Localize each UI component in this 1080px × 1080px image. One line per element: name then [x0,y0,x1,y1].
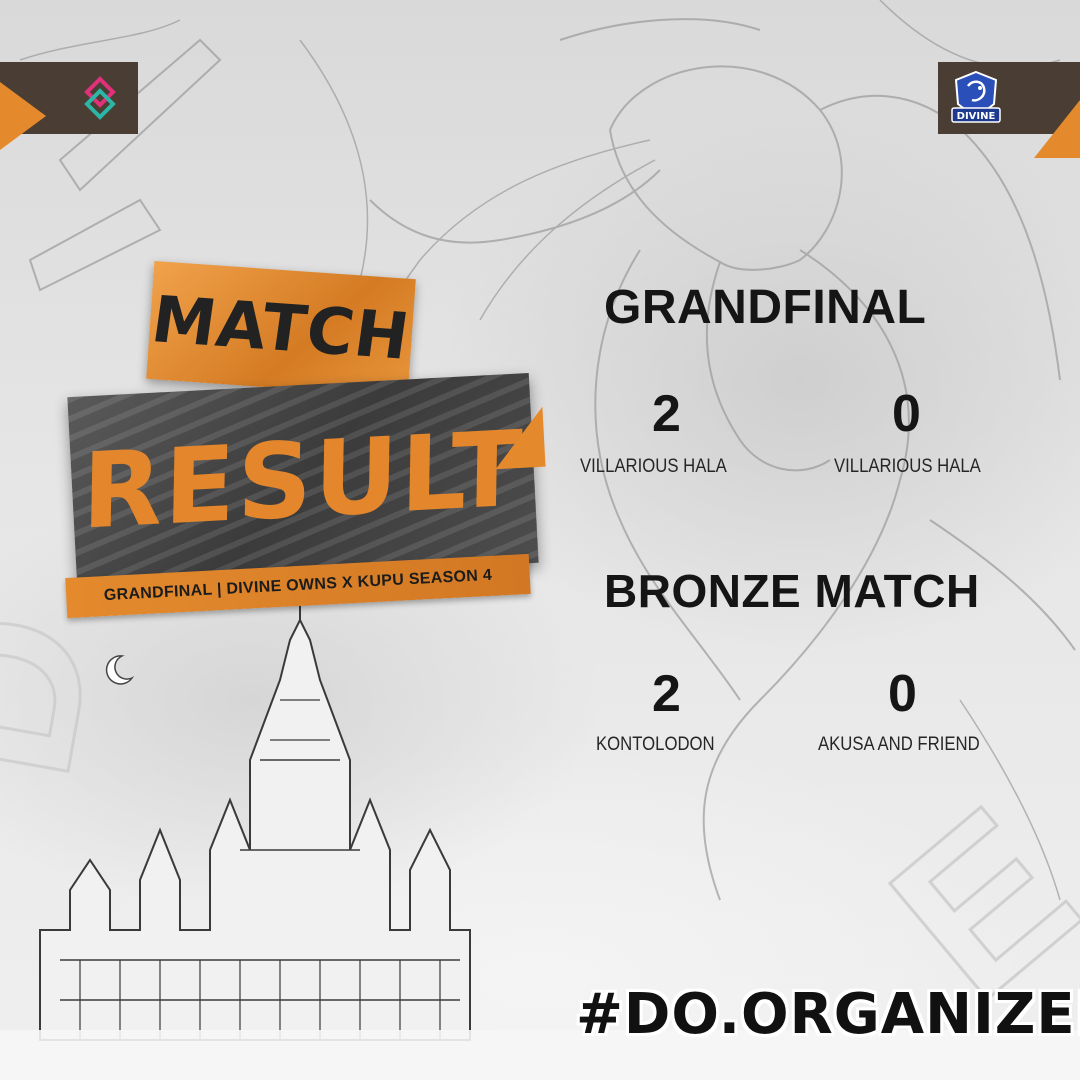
left-corner-accent [0,82,46,150]
grandfinal-right-score: 0 [892,385,921,443]
divine-team-logo-icon: DIVINE [951,70,1001,123]
bronze-match-title: BRONZE MATCH [604,565,980,617]
result-label: RESULT [80,407,525,553]
divine-logo-label: DIVINE [957,111,996,122]
grandfinal-right-team: VILLARIOUS HALA [834,456,981,477]
result-corner-accent [492,406,546,470]
bronze-left-score: 2 [652,665,681,723]
grandfinal-left-team: VILLARIOUS HALA [580,456,727,477]
organizer-hashtag: #DO.ORGANIZER [576,982,1080,1047]
svg-text:D: D [0,595,139,794]
poster: D E DIVINE MATCH RESULT GRANDFINAL | DIV… [0,0,1080,1080]
organizer-logo-icon [84,76,116,120]
result-label-box: RESULT [67,373,539,587]
bronze-right-team: AKUSA AND FRIEND [818,734,980,755]
right-corner-accent [1034,100,1080,158]
bronze-right-score: 0 [888,665,917,723]
grandfinal-title: GRANDFINAL [604,281,927,334]
divine-team-logo: DIVINE [938,62,1014,134]
bronze-left-team: KONTOLODON [596,734,715,755]
match-label: MATCH [147,283,415,375]
grandfinal-left-score: 2 [652,385,681,443]
match-label-box: MATCH [146,261,416,397]
organizer-logo [62,62,138,134]
